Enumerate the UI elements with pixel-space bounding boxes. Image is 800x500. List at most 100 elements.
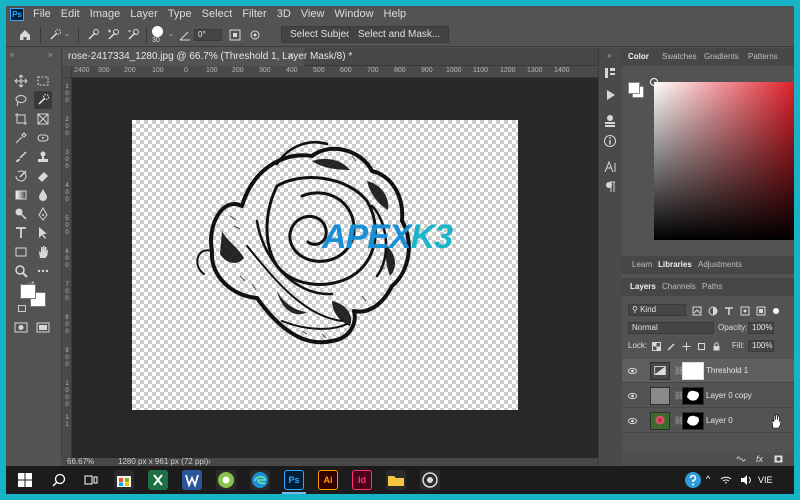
type-tool-icon[interactable] (14, 226, 28, 240)
collapse-icon-strip-icon[interactable]: » (607, 51, 611, 60)
marquee-tool-icon[interactable] (36, 74, 50, 88)
layer-name[interactable]: Layer 0 (706, 409, 733, 433)
ruler-vertical[interactable]: 100 200 300 400 500 600 700 800 900 1000… (62, 78, 72, 458)
canvas-area[interactable]: APEXK3 (72, 78, 620, 458)
lock-pixels-icon[interactable] (667, 342, 676, 351)
default-colors-icon[interactable] (18, 305, 26, 312)
zoom-tool-icon[interactable] (14, 264, 28, 278)
lock-artboard-icon[interactable] (697, 342, 706, 351)
wifi-icon[interactable] (720, 475, 732, 485)
indesign-icon[interactable]: Id (352, 470, 372, 490)
menu-filter[interactable]: Filter (237, 6, 271, 23)
gradient-tool-icon[interactable] (14, 188, 28, 202)
color-panel-foreground-swatch[interactable] (628, 82, 640, 94)
menu-help[interactable]: Help (379, 6, 412, 23)
tab-channels[interactable]: Channels (662, 278, 696, 296)
quick-selection-tool-icon[interactable] (48, 28, 62, 42)
home-icon[interactable] (18, 28, 32, 42)
brush-tool-icon[interactable] (14, 150, 28, 164)
foreground-color-swatch[interactable] (20, 284, 36, 299)
history-panel-icon[interactable] (603, 66, 617, 80)
photoshop-taskbar-icon[interactable]: Ps (284, 470, 304, 490)
ruler-origin[interactable] (62, 66, 72, 78)
subtract-from-selection-icon[interactable] (126, 28, 140, 42)
filter-toggle-icon[interactable] (772, 307, 780, 315)
color-picker-field[interactable] (654, 82, 794, 240)
visibility-eye-icon[interactable] (628, 392, 637, 400)
tab-swatches[interactable]: Swatches (662, 48, 697, 66)
sample-all-layers-icon[interactable] (228, 28, 242, 42)
lasso-tool-icon[interactable] (14, 93, 28, 107)
visibility-eye-icon[interactable] (628, 367, 637, 375)
excel-icon[interactable] (148, 470, 168, 490)
menu-3d[interactable]: 3D (272, 6, 296, 23)
move-tool-icon[interactable] (14, 74, 28, 88)
volume-icon[interactable] (740, 474, 752, 486)
filter-type-icon[interactable] (724, 306, 734, 316)
menu-type[interactable]: Type (163, 6, 197, 23)
filter-smart-object-icon[interactable] (756, 306, 766, 316)
filter-shape-icon[interactable] (740, 306, 750, 316)
photoshop-logo-icon[interactable]: Ps (10, 8, 24, 21)
blend-mode-select[interactable]: Normal (628, 322, 714, 334)
info-panel-icon[interactable] (603, 134, 617, 148)
document-tab[interactable]: rose-2417334_1280.jpg @ 66.7% (Threshold… (62, 48, 352, 66)
add-to-selection-icon[interactable] (106, 28, 120, 42)
screen-mode-icon[interactable] (36, 320, 50, 334)
tab-libraries[interactable]: Libraries (658, 256, 692, 274)
paragraph-panel-icon[interactable] (603, 180, 617, 194)
layer-mask-thumbnail[interactable] (682, 387, 704, 405)
edge-icon[interactable] (250, 470, 270, 490)
character-panel-icon[interactable] (603, 160, 617, 174)
layer-name[interactable]: Threshold 1 (706, 359, 748, 383)
menu-select[interactable]: Select (197, 6, 238, 23)
dodge-tool-icon[interactable] (14, 207, 28, 221)
search-icon[interactable] (52, 473, 66, 487)
menu-view[interactable]: View (296, 6, 330, 23)
lock-transparency-icon[interactable] (652, 342, 661, 351)
task-view-icon[interactable] (84, 473, 98, 487)
filter-adjustment-icon[interactable] (708, 306, 718, 316)
menu-window[interactable]: Window (329, 6, 378, 23)
layer-name[interactable]: Layer 0 copy (706, 384, 752, 408)
pen-tool-icon[interactable] (36, 207, 50, 221)
color-picker-cursor[interactable] (650, 78, 658, 86)
illustrator-icon[interactable]: Ai (318, 470, 338, 490)
layer-style-fx-icon[interactable]: fx (756, 452, 763, 466)
hand-tool-icon[interactable] (36, 245, 50, 259)
frame-tool-icon[interactable] (36, 112, 50, 126)
tab-adjustments[interactable]: Adjustments (698, 256, 742, 274)
layer-mask-thumbnail[interactable] (682, 412, 704, 430)
word-icon[interactable] (182, 470, 202, 490)
input-language-indicator[interactable]: VIE (758, 474, 773, 486)
path-selection-tool-icon[interactable] (36, 226, 50, 240)
lock-all-icon[interactable] (712, 342, 721, 351)
collapse-panels-icon[interactable]: » (48, 50, 52, 59)
tab-layers[interactable]: Layers (630, 278, 656, 296)
show-hidden-icons[interactable]: ^ (706, 474, 710, 484)
enhance-edge-icon[interactable] (248, 28, 262, 42)
tab-patterns[interactable]: Patterns (748, 48, 778, 66)
actions-play-icon[interactable] (603, 88, 617, 102)
add-mask-icon[interactable] (774, 455, 783, 463)
ruler-horizontal[interactable]: 2400 300 200 100 0 100 200 300 400 500 6… (72, 66, 620, 78)
windows-start-icon[interactable] (18, 473, 32, 487)
tool-preset-chevron-icon[interactable]: ⌄ (64, 30, 70, 38)
eraser-tool-icon[interactable] (36, 169, 50, 183)
spot-healing-tool-icon[interactable] (36, 131, 50, 145)
help-icon[interactable] (684, 471, 702, 489)
menu-file[interactable]: File (28, 6, 56, 23)
tab-paths[interactable]: Paths (702, 278, 722, 296)
link-layers-icon[interactable] (736, 455, 746, 463)
menu-image[interactable]: Image (85, 6, 126, 23)
tab-gradients[interactable]: Gradients (704, 48, 739, 66)
opacity-input[interactable]: 100% (748, 322, 774, 334)
tab-learn[interactable]: Learn (632, 256, 652, 274)
rectangle-tool-icon[interactable] (14, 245, 28, 259)
brush-size-preview-icon[interactable] (152, 26, 163, 37)
properties-panel-icon[interactable] (603, 114, 617, 128)
history-brush-tool-icon[interactable] (14, 169, 28, 183)
quick-selection-tool-active-icon[interactable] (34, 91, 52, 109)
angle-input[interactable]: 0° (194, 29, 222, 41)
tab-color[interactable]: Color (628, 48, 649, 66)
